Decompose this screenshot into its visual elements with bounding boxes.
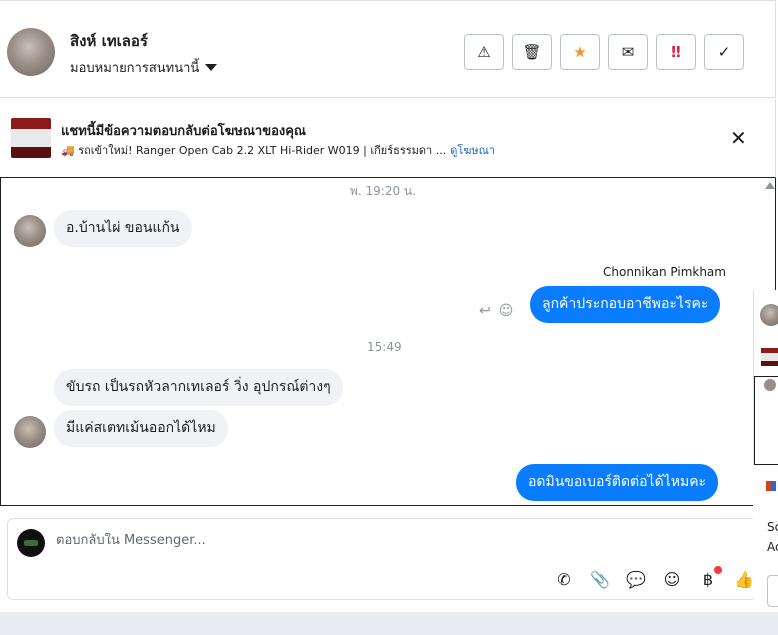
baht-payment-button[interactable]: ฿ xyxy=(696,566,722,591)
side-card-button[interactable] xyxy=(767,575,778,607)
side-card-text: Sc Ac xyxy=(767,520,778,554)
preview-avatar xyxy=(760,304,778,326)
mark-unread-button[interactable]: ✉ xyxy=(608,34,648,70)
baht-payment-icon: ฿ xyxy=(702,569,714,589)
warning-icon: ⚠ xyxy=(477,43,491,61)
mark-spam-button[interactable]: ⚠ xyxy=(464,34,504,70)
incoming-message[interactable]: อ.บ้านไผ่ ขอนแก้น xyxy=(54,210,192,247)
reply-composer: ✆ 📎 💬 ☺ ฿ 👍 xyxy=(7,518,777,600)
composer-tools: ✆ 📎 💬 ☺ ฿ 👍 xyxy=(552,566,756,591)
delete-button[interactable]: 🗑 xyxy=(512,34,552,70)
emoji-icon[interactable]: ☺ xyxy=(660,567,684,591)
preview-thread xyxy=(754,376,778,465)
preview-mini-avatar xyxy=(764,379,776,391)
incoming-message[interactable]: มีแค่สเตทเม้นออกได้ไหม xyxy=(54,410,228,447)
star-button[interactable]: ★ xyxy=(560,34,600,70)
scroll-up-arrow-icon[interactable] xyxy=(765,182,775,189)
contact-avatar-small[interactable] xyxy=(14,416,46,448)
urgent-icon: ‼ xyxy=(671,43,681,61)
ad-thumbnail[interactable] xyxy=(11,118,51,158)
message-actions: ↩ ☺ xyxy=(479,303,513,319)
conversation-header: สิงห์ เทเลอร์ มอบหมายการสนทนานี้ ⚠ 🗑 ★ ✉… xyxy=(0,0,776,98)
reply-input[interactable] xyxy=(56,533,656,548)
caret-down-icon xyxy=(205,64,218,71)
outgoing-message[interactable]: ลูกค้าประกอบอาชีพอะไรคะ xyxy=(530,286,721,323)
contact-avatar[interactable] xyxy=(7,28,55,76)
message-thread[interactable]: พ. 19:20 น. อ.บ้านไผ่ ขอนแก้น Chonnikan … xyxy=(0,178,776,506)
side-conversation-preview[interactable] xyxy=(753,290,778,465)
notification-dot xyxy=(714,566,722,574)
attachment-icon[interactable]: 📎 xyxy=(588,567,612,591)
page-footer-strip xyxy=(0,612,778,635)
ad-banner-title: แชทนี้มีข้อความตอบกลับต่อโฆษณาของคุณ xyxy=(61,124,306,139)
flag-icon xyxy=(766,481,776,491)
preview-ad-thumbnail xyxy=(761,348,778,366)
timestamp: พ. 19:20 น. xyxy=(350,184,416,198)
follow-up-button[interactable]: ‼ xyxy=(656,34,696,70)
reply-icon[interactable]: ↩ xyxy=(479,303,491,319)
trash-icon: 🗑 xyxy=(522,43,542,61)
ad-details: 🚚 รถเข้าใหม่! Ranger Open Cab 2.2 XLT Hi… xyxy=(61,141,495,159)
sender-name: Chonnikan Pimkham xyxy=(603,265,726,279)
header-actions: ⚠ 🗑 ★ ✉ ‼ ✓ xyxy=(464,34,744,70)
contact-name[interactable]: สิงห์ เทเลอร์ xyxy=(70,29,148,53)
close-icon[interactable]: ✕ xyxy=(730,126,747,150)
react-emoji-icon[interactable]: ☺ xyxy=(499,303,514,319)
saved-reply-icon[interactable]: 💬 xyxy=(624,567,648,591)
ad-reply-banner: แชทนี้มีข้อความตอบกลับต่อโฆษณาของคุณ 🚚 ร… xyxy=(0,99,776,178)
outgoing-message[interactable]: อดมินขอเบอร์ติดต่อได้ไหมคะ xyxy=(516,464,719,501)
page-avatar xyxy=(17,529,45,557)
contact-avatar-small[interactable] xyxy=(14,215,46,247)
check-icon: ✓ xyxy=(717,43,731,61)
timestamp: 15:49 xyxy=(367,340,402,354)
mark-done-button[interactable]: ✓ xyxy=(704,34,744,70)
open-envelope-icon: ✉ xyxy=(621,43,635,61)
phone-icon[interactable]: ✆ xyxy=(552,567,576,591)
incoming-message[interactable]: ขับรถ เป็นรถหัวลากเทเลอร์ วิ่ง อุปกรณ์ต่… xyxy=(54,369,343,406)
side-info-card: Sc Ac xyxy=(753,465,778,612)
ad-text: 🚚 รถเข้าใหม่! Ranger Open Cab 2.2 XLT Hi… xyxy=(61,144,447,157)
view-ad-link[interactable]: ดูโฆษณา xyxy=(450,141,495,159)
star-icon: ★ xyxy=(573,43,587,61)
assign-conversation-dropdown[interactable]: มอบหมายการสนทนานี้ xyxy=(70,57,218,78)
assign-label: มอบหมายการสนทนานี้ xyxy=(70,61,200,76)
